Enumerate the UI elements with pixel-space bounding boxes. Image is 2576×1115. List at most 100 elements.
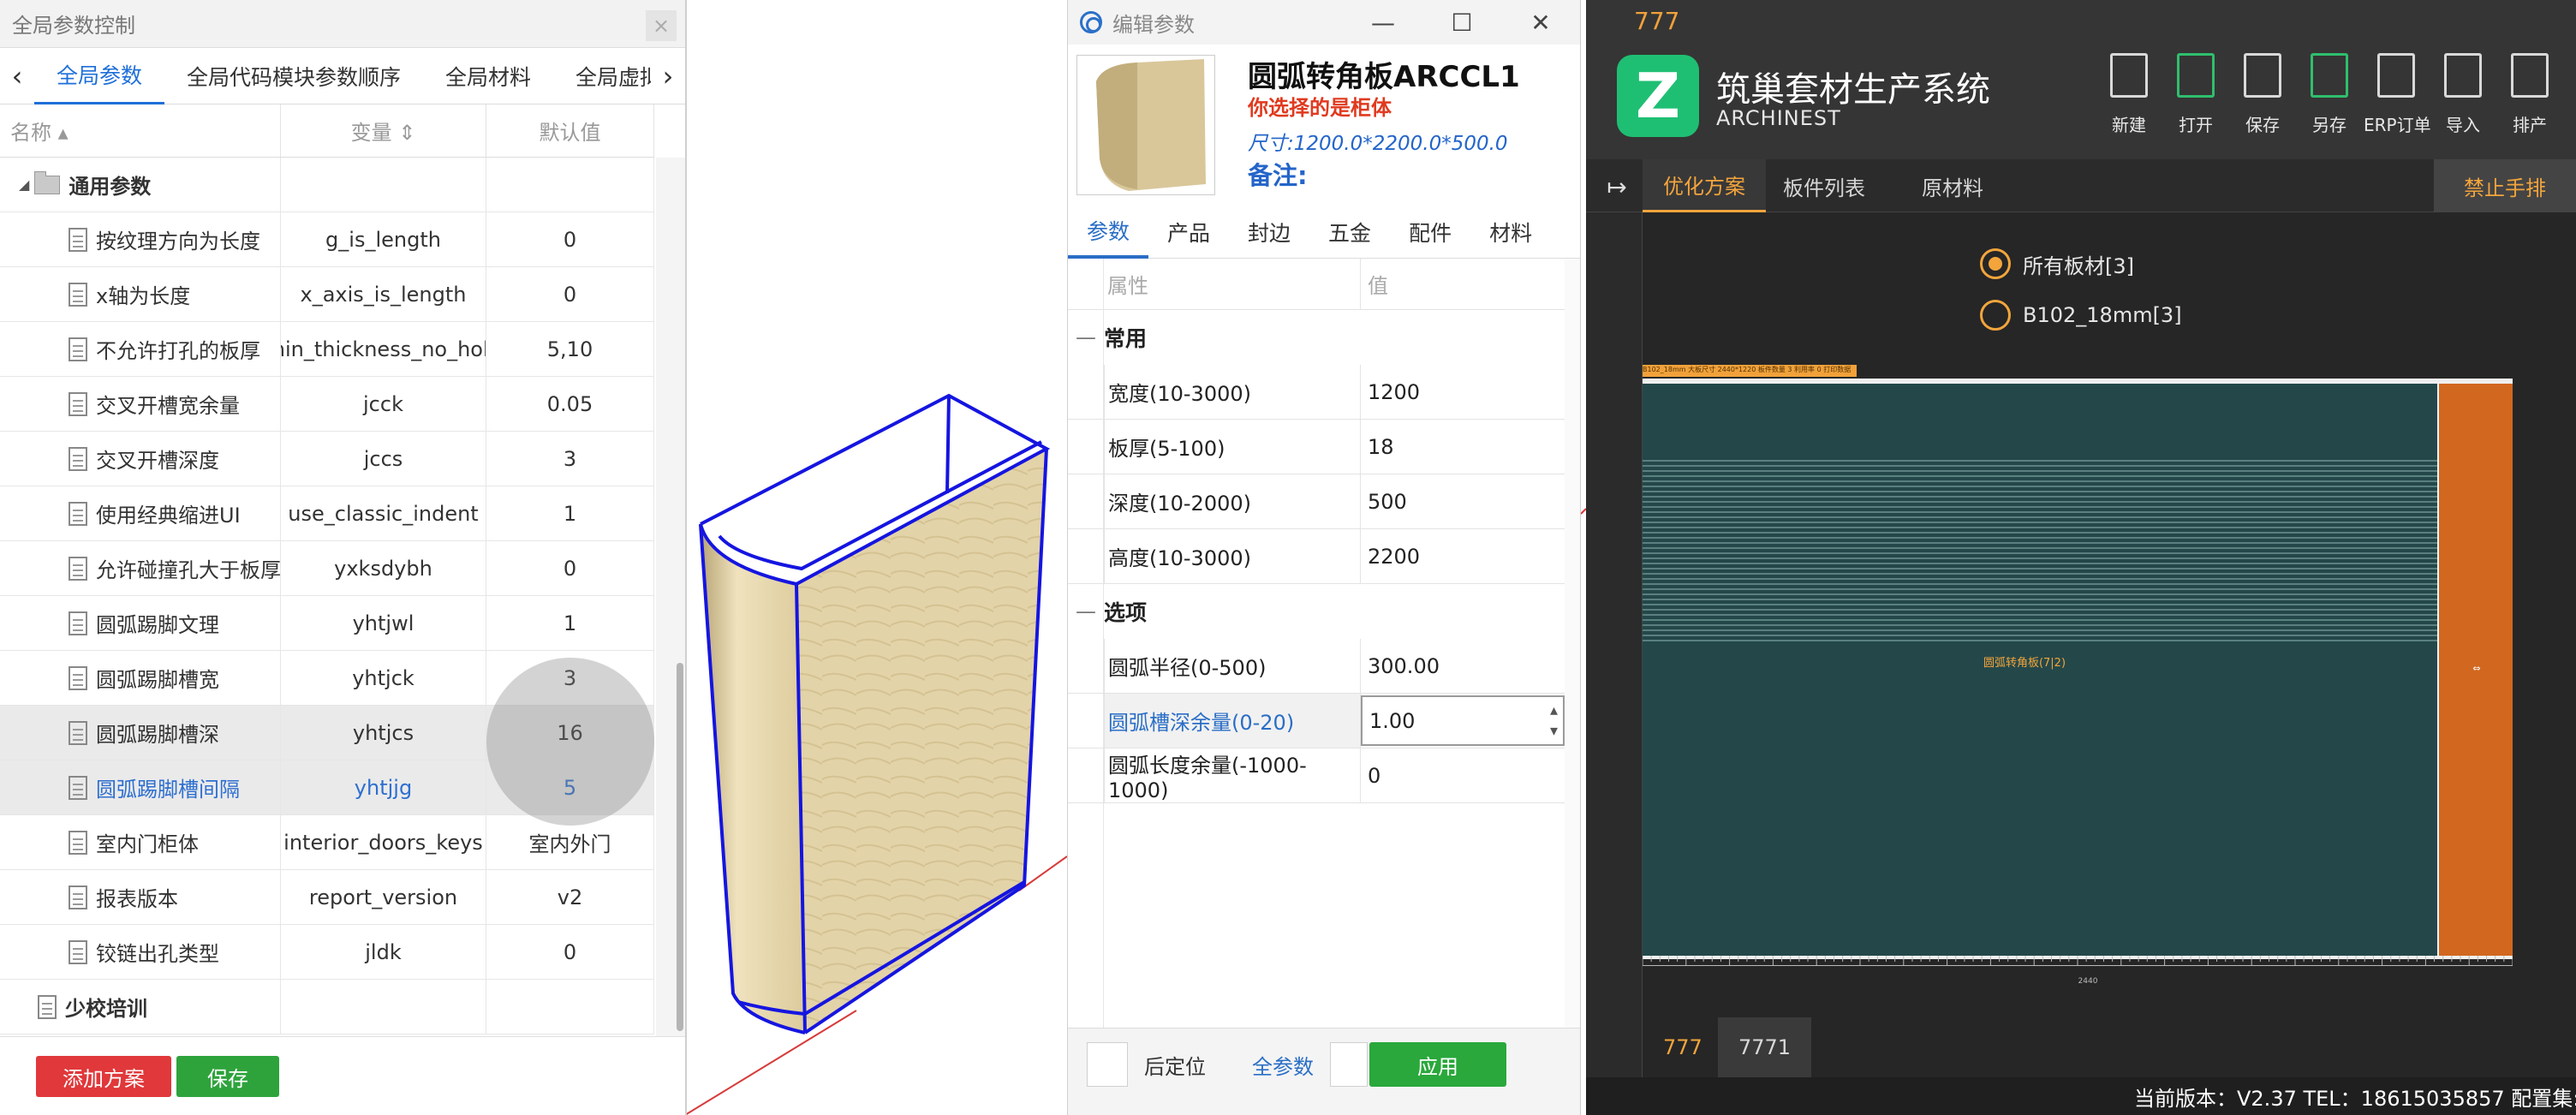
default-value-cell[interactable]: 0 bbox=[486, 267, 654, 321]
property-value-input[interactable]: 18 bbox=[1361, 420, 1565, 474]
tab-materials[interactable]: 材料 bbox=[1470, 206, 1551, 259]
tab-global-params[interactable]: 全局参数 bbox=[34, 48, 165, 104]
apply-button[interactable]: 应用 bbox=[1369, 1042, 1506, 1087]
table-row[interactable]: 允许碰撞孔大于板厚 yxksdybh 0 bbox=[0, 541, 654, 596]
nesting-canvas[interactable]: 所有板材[3] B102_18mm[3] B102_18mm 大板尺寸 2440… bbox=[1642, 212, 2576, 1077]
tab-hardware[interactable]: 五金 bbox=[1309, 206, 1390, 259]
property-row[interactable]: 宽度(10-3000) 1200 bbox=[1068, 365, 1565, 420]
table-row[interactable]: 按纹理方向为长度 g_is_length 0 bbox=[0, 212, 654, 267]
property-row[interactable]: 圆弧长度余量(-1000-1000) 0 bbox=[1068, 748, 1565, 803]
global-params-footer: 添加方案 保存 bbox=[0, 1036, 685, 1115]
property-row[interactable]: 圆弧槽深余量(0-20) 1.00 ▴ ▾ bbox=[1068, 694, 1565, 748]
property-row[interactable]: 深度(10-2000) 500 bbox=[1068, 474, 1565, 529]
all-params-checkbox[interactable] bbox=[1330, 1042, 1368, 1087]
property-value-input[interactable]: 500 bbox=[1361, 474, 1565, 528]
table-scrollbar[interactable] bbox=[656, 158, 685, 1036]
spinner-arrows-icon[interactable]: ▴ ▾ bbox=[1550, 701, 1558, 742]
default-value-cell[interactable]: 0 bbox=[486, 212, 654, 266]
tab-scroll-left-icon[interactable]: ‹ bbox=[0, 48, 34, 104]
tab-params[interactable]: 参数 bbox=[1068, 206, 1149, 259]
close-button[interactable]: × bbox=[646, 10, 677, 41]
collapse-icon[interactable]: — bbox=[1068, 599, 1104, 623]
property-grid: 属性 值 — 常用 宽度(10-3000) 1200 板厚(5-100) 18 深度(1… bbox=[1068, 259, 1565, 803]
maximize-button[interactable]: ☐ bbox=[1422, 0, 1501, 45]
toolbar-erp-order-button[interactable]: ERP订单 bbox=[2364, 53, 2431, 136]
column-header-default[interactable]: 默认值 bbox=[486, 104, 654, 157]
board-sheet[interactable]: B102_18mm 大板尺寸 2440*1220 板件数量 3 利用率 0 打印… bbox=[1643, 365, 2513, 959]
default-value-cell[interactable]: 1 bbox=[486, 596, 654, 650]
radio-all-boards[interactable]: 所有板材[3] bbox=[1980, 247, 2134, 281]
property-row[interactable]: 高度(10-3000) 2200 bbox=[1068, 529, 1565, 584]
close-button[interactable]: ✕ bbox=[1501, 0, 1580, 45]
tab-product[interactable]: 产品 bbox=[1148, 206, 1229, 259]
column-header-name[interactable]: 名称 ▴ bbox=[0, 104, 281, 157]
table-row[interactable]: 交叉开槽宽余量 jcck 0.05 bbox=[0, 377, 654, 432]
save-as-icon bbox=[2311, 53, 2348, 98]
plan-tab-7771[interactable]: 7771 bbox=[1718, 1017, 1812, 1077]
default-value-cell[interactable]: v2 bbox=[486, 870, 654, 924]
all-params-button[interactable]: 全参数 bbox=[1236, 1042, 1330, 1087]
group-row-training[interactable]: 少校培训 bbox=[0, 980, 654, 1035]
tab-edge-banding[interactable]: 封边 bbox=[1229, 206, 1309, 259]
table-row[interactable]: x轴为长度 x_axis_is_length 0 bbox=[0, 267, 654, 322]
forbid-manual-layout-button[interactable]: 禁止手排 bbox=[2434, 159, 2576, 212]
toolbar-open-button[interactable]: 打开 bbox=[2163, 53, 2228, 136]
table-row[interactable]: 使用经典缩进UI use_classic_indent 1 bbox=[0, 486, 654, 541]
radio-b102-board[interactable]: B102_18mm[3] bbox=[1980, 298, 2182, 332]
expand-sidebar-icon[interactable]: ↦ bbox=[1598, 170, 1636, 204]
default-value-cell[interactable]: 5,10 bbox=[486, 322, 654, 376]
collapse-icon[interactable]: — bbox=[1068, 325, 1104, 349]
toolbar-new-button[interactable]: 新建 bbox=[2096, 53, 2162, 136]
tab-raw-material[interactable]: 原材料 bbox=[1901, 159, 2004, 212]
property-value-input[interactable]: 300.00 bbox=[1361, 639, 1565, 693]
tab-accessories[interactable]: 配件 bbox=[1390, 206, 1470, 259]
property-name: 圆弧长度余量(-1000-1000) bbox=[1104, 748, 1361, 802]
plan-tab-777[interactable]: 777 bbox=[1643, 1017, 1723, 1077]
minimize-button[interactable]: — bbox=[1344, 0, 1422, 45]
toolbar-schedule-button[interactable]: 排产 bbox=[2497, 53, 2562, 136]
tab-scroll-right-icon[interactable]: › bbox=[651, 48, 685, 104]
section-options[interactable]: — 选项 bbox=[1068, 584, 1565, 639]
tab-optimization-plan[interactable]: 优化方案 bbox=[1643, 159, 1766, 212]
expand-arrow-icon[interactable]: ◢ bbox=[19, 176, 29, 193]
section-common[interactable]: — 常用 bbox=[1068, 310, 1565, 365]
property-grid-scrollbar[interactable] bbox=[1565, 259, 1580, 1029]
property-value-input[interactable]: 1.00 ▴ ▾ bbox=[1361, 695, 1565, 746]
group-row-general[interactable]: ◢ 通用参数 bbox=[0, 158, 654, 212]
default-value-cell[interactable]: 3 bbox=[486, 432, 654, 486]
table-row[interactable]: 交叉开槽深度 jccs 3 bbox=[0, 432, 654, 486]
property-value-input[interactable]: 1200 bbox=[1361, 365, 1565, 419]
tab-global-materials[interactable]: 全局材料 bbox=[423, 48, 553, 104]
table-row[interactable]: 铰链出孔类型 jldk 0 bbox=[0, 925, 654, 980]
property-name: 圆弧半径(0-500) bbox=[1104, 639, 1361, 693]
table-row[interactable]: 圆弧踢脚文理 yhtjwl 1 bbox=[0, 596, 654, 651]
column-header-variable[interactable]: 变量 ⇕ bbox=[281, 104, 486, 157]
ruler-label: 2440 bbox=[2078, 977, 2098, 986]
locate-checkbox[interactable] bbox=[1087, 1042, 1128, 1087]
property-name: 圆弧槽深余量(0-20) bbox=[1104, 694, 1361, 748]
property-value-input[interactable]: 0 bbox=[1361, 748, 1565, 802]
toolbar-import-button[interactable]: 导入 bbox=[2430, 53, 2496, 136]
tab-global-code-order[interactable]: 全局代码模块参数顺序 bbox=[164, 48, 423, 104]
property-value-input[interactable]: 2200 bbox=[1361, 529, 1565, 583]
save-button[interactable]: 保存 bbox=[176, 1056, 279, 1097]
default-value-cell[interactable]: 0.05 bbox=[486, 377, 654, 431]
global-params-titlebar[interactable]: 全局参数控制 bbox=[0, 0, 685, 48]
property-row[interactable]: 圆弧半径(0-500) 300.00 bbox=[1068, 639, 1565, 694]
toolbar-save-as-button[interactable]: 另存 bbox=[2297, 53, 2362, 136]
tab-part-list[interactable]: 板件列表 bbox=[1762, 159, 1886, 212]
table-row[interactable]: 不允许打孔的板厚min_thickness_no_hole5,10 bbox=[0, 322, 654, 377]
tab-global-virtual-parts[interactable]: 全局虚拟配件 bbox=[553, 48, 651, 104]
scrollbar-thumb[interactable] bbox=[677, 663, 683, 1031]
property-row[interactable]: 板厚(5-100) 18 bbox=[1068, 420, 1565, 474]
default-value-cell[interactable]: 0 bbox=[486, 541, 654, 595]
table-row[interactable]: 报表版本 report_version v2 bbox=[0, 870, 654, 925]
locate-back-button[interactable]: 后定位 bbox=[1128, 1042, 1222, 1087]
arc-corner-panel-part[interactable] bbox=[1643, 384, 2437, 956]
click-indicator bbox=[486, 658, 654, 826]
default-value-cell[interactable]: 0 bbox=[486, 925, 654, 979]
add-plan-button[interactable]: 添加方案 bbox=[36, 1056, 171, 1097]
toolbar-save-button[interactable]: 保存 bbox=[2230, 53, 2295, 136]
default-value-cell[interactable]: 1 bbox=[486, 486, 654, 540]
edit-params-titlebar[interactable]: 编辑参数 — ☐ ✕ bbox=[1068, 0, 1580, 45]
